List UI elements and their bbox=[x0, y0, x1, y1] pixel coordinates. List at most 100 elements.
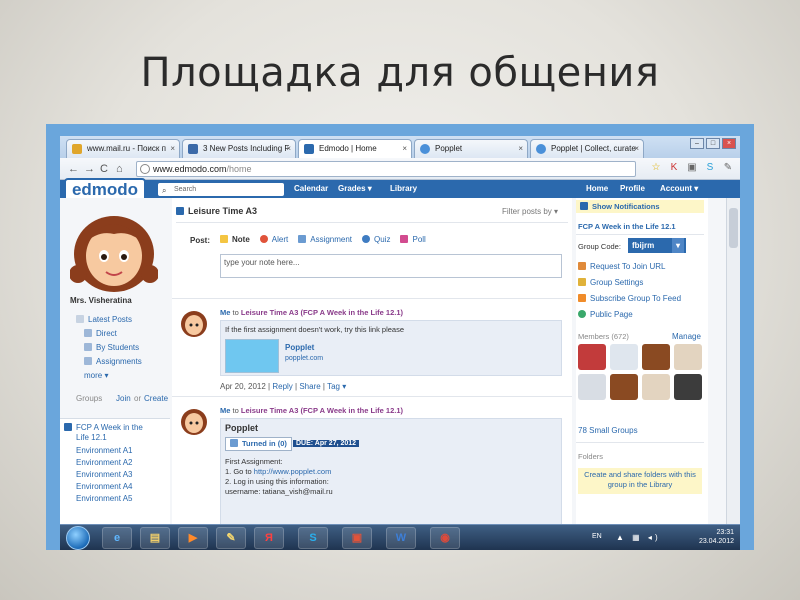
dropdown-icon[interactable]: ▾ bbox=[672, 238, 684, 253]
wrench-icon[interactable]: ✎ bbox=[722, 162, 734, 174]
yandex-icon[interactable]: Я bbox=[254, 527, 284, 549]
avatar[interactable] bbox=[180, 308, 208, 338]
close-icon[interactable]: × bbox=[634, 140, 639, 157]
extension-k-icon[interactable]: K bbox=[668, 162, 680, 174]
nav-grades[interactable]: Grades ▾ bbox=[338, 180, 372, 198]
close-window-icon[interactable]: × bbox=[722, 138, 736, 149]
popplet-link[interactable]: http://www.popplet.com bbox=[254, 467, 332, 476]
paint-icon[interactable]: ✎ bbox=[216, 527, 246, 549]
scrollbar[interactable] bbox=[726, 198, 740, 528]
subscribe-link[interactable]: Subscribe Group To Feed bbox=[578, 294, 681, 303]
post-target-link[interactable]: Leisure Time A3 (FCP A Week in the Life … bbox=[241, 308, 403, 317]
clock[interactable]: 23:31 23.04.2012 bbox=[699, 528, 734, 546]
nav-account[interactable]: Account ▾ bbox=[660, 180, 698, 198]
avatar[interactable] bbox=[180, 406, 208, 436]
ie-icon[interactable]: e bbox=[102, 527, 132, 549]
folders-callout[interactable]: Create and share folders with this group… bbox=[578, 468, 702, 494]
tab-popplet[interactable]: Popplet × bbox=[414, 139, 528, 158]
powerpoint-icon[interactable]: ▣ bbox=[342, 527, 372, 549]
group-item[interactable]: Environment A5 bbox=[76, 494, 132, 503]
public-page-link[interactable]: Public Page bbox=[578, 310, 633, 319]
group-settings-link[interactable]: Group Settings bbox=[578, 278, 643, 287]
post-author[interactable]: Me bbox=[220, 406, 230, 415]
link-thumbnail[interactable] bbox=[225, 339, 279, 373]
assignments-link[interactable]: Assignments bbox=[84, 357, 142, 366]
alert-tab[interactable]: Alert bbox=[259, 235, 288, 244]
group-item[interactable]: Environment A3 bbox=[76, 470, 132, 479]
group-item[interactable]: Environment A2 bbox=[76, 458, 132, 467]
member-avatar[interactable] bbox=[610, 344, 638, 370]
skype-icon[interactable]: S bbox=[298, 527, 328, 549]
avatar[interactable] bbox=[70, 204, 158, 294]
request-join-link[interactable]: Request To Join URL bbox=[578, 262, 665, 271]
tab-popplet-collect[interactable]: Popplet | Collect, curate × bbox=[530, 139, 644, 158]
member-avatar[interactable] bbox=[674, 344, 702, 370]
more-link[interactable]: more ▾ bbox=[84, 371, 108, 380]
share-link[interactable]: Share bbox=[299, 382, 320, 391]
post-author[interactable]: Me bbox=[220, 308, 230, 317]
address-bar[interactable]: www.edmodo.com/home bbox=[136, 161, 636, 177]
close-icon[interactable]: × bbox=[518, 140, 523, 157]
explorer-icon[interactable]: ▤ bbox=[140, 527, 170, 549]
tray-icons[interactable]: ▲ ▦ ◂) bbox=[616, 533, 661, 542]
note-input[interactable]: type your note here... bbox=[220, 254, 562, 278]
group-item[interactable]: Environment A4 bbox=[76, 482, 132, 491]
group-code-field[interactable]: fbijrm ▾ bbox=[628, 238, 686, 253]
small-groups-link[interactable]: 78 Small Groups bbox=[578, 426, 638, 435]
start-button[interactable] bbox=[66, 526, 90, 550]
by-students-link[interactable]: By Students bbox=[84, 343, 139, 352]
manage-link[interactable]: Manage bbox=[672, 332, 701, 341]
join-link[interactable]: Join bbox=[116, 394, 131, 403]
close-icon[interactable]: × bbox=[402, 140, 407, 157]
poll-tab[interactable]: Poll bbox=[400, 235, 426, 244]
link-url[interactable]: popplet.com bbox=[285, 355, 323, 362]
media-player-icon[interactable]: ▶ bbox=[178, 527, 208, 549]
close-icon[interactable]: × bbox=[170, 140, 175, 157]
member-avatar[interactable] bbox=[578, 374, 606, 400]
tab-edmodo[interactable]: Edmodo | Home × bbox=[298, 139, 412, 158]
chrome-icon[interactable]: ◉ bbox=[430, 527, 460, 549]
link-title[interactable]: Popplet bbox=[285, 343, 314, 352]
member-avatar[interactable] bbox=[642, 374, 670, 400]
group-item[interactable]: FCP A Week in the Life 12.1 bbox=[64, 423, 156, 443]
create-link[interactable]: Create bbox=[144, 394, 168, 403]
member-avatar[interactable] bbox=[674, 374, 702, 400]
word-icon[interactable]: W bbox=[386, 527, 416, 549]
forward-icon[interactable]: → bbox=[84, 162, 95, 176]
member-avatar[interactable] bbox=[578, 344, 606, 370]
home-icon[interactable]: ⌂ bbox=[116, 162, 123, 176]
tab-mail[interactable]: www.mail.ru - Поиск п × bbox=[66, 139, 180, 158]
reload-icon[interactable]: C bbox=[100, 162, 108, 176]
extension-box-icon[interactable]: ▣ bbox=[686, 162, 698, 174]
turned-in-button[interactable]: Turned in (0) bbox=[225, 437, 292, 451]
show-notifications-button[interactable]: Show Notifications bbox=[576, 200, 704, 213]
back-icon[interactable]: ← bbox=[68, 162, 79, 176]
latest-posts-link[interactable]: Latest Posts bbox=[76, 315, 132, 324]
nav-home[interactable]: Home bbox=[586, 180, 608, 198]
post-target-link[interactable]: Leisure Time A3 (FCP A Week in the Life … bbox=[241, 406, 403, 415]
assignment-tab[interactable]: Assignment bbox=[298, 235, 352, 244]
scrollbar-thumb[interactable] bbox=[729, 208, 738, 248]
member-avatar[interactable] bbox=[642, 344, 670, 370]
star-icon[interactable]: ☆ bbox=[650, 162, 662, 174]
minimize-icon[interactable]: – bbox=[690, 138, 704, 149]
maximize-icon[interactable]: □ bbox=[706, 138, 720, 149]
right-group-title[interactable]: FCP A Week in the Life 12.1 bbox=[578, 222, 676, 231]
filter-posts[interactable]: Filter posts by ▾ bbox=[502, 207, 558, 216]
search-input[interactable]: ⌕ Search bbox=[158, 183, 284, 196]
direct-link[interactable]: Direct bbox=[84, 329, 117, 338]
member-avatar[interactable] bbox=[610, 374, 638, 400]
reply-link[interactable]: Reply bbox=[272, 382, 292, 391]
nav-profile[interactable]: Profile bbox=[620, 180, 645, 198]
close-icon[interactable]: × bbox=[286, 140, 291, 157]
note-tab[interactable]: Note bbox=[220, 235, 250, 244]
quiz-tab[interactable]: Quiz bbox=[362, 235, 390, 244]
group-item[interactable]: Environment A1 bbox=[76, 446, 132, 455]
nav-calendar[interactable]: Calendar bbox=[294, 180, 328, 198]
language-indicator[interactable]: EN bbox=[592, 533, 602, 540]
assignment-title[interactable]: Popplet bbox=[225, 423, 258, 433]
tab-posts[interactable]: 3 New Posts Including F × bbox=[182, 139, 296, 158]
tag-link[interactable]: Tag ▾ bbox=[327, 382, 346, 391]
nav-library[interactable]: Library bbox=[390, 180, 417, 198]
skype-icon[interactable]: S bbox=[704, 162, 716, 174]
